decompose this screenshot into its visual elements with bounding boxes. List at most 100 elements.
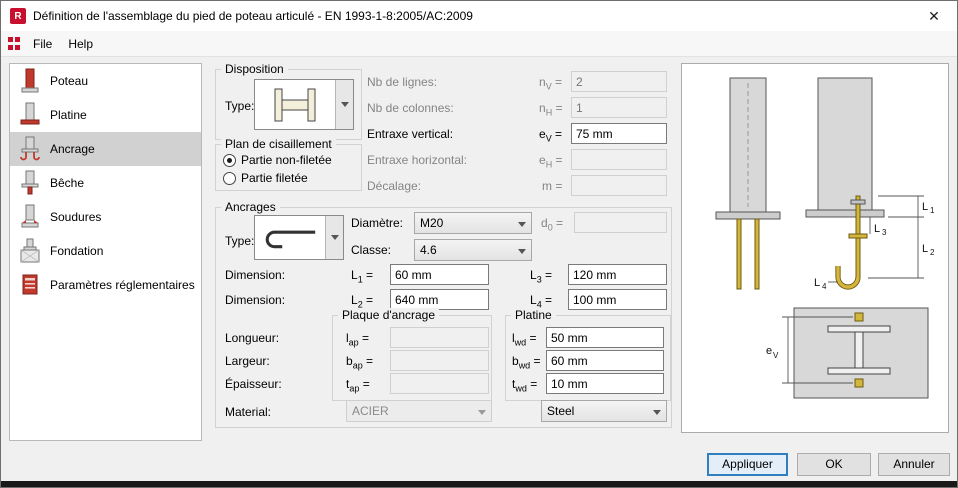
window-title: Définition de l'assemblage du pied de po… xyxy=(33,9,473,23)
menubar: File Help xyxy=(1,31,957,57)
sidebar-item-poteau[interactable]: Poteau xyxy=(10,64,201,98)
bwd-symbol: bwd = xyxy=(512,354,541,371)
longueur-label: Longueur: xyxy=(225,331,280,345)
chevron-down-icon xyxy=(335,80,353,129)
sidebar-item-soudures[interactable]: Soudures xyxy=(10,200,201,234)
sidebar-item-label: Platine xyxy=(50,108,87,122)
lwd-symbol: lwd = xyxy=(512,331,537,348)
sidebar-item-parametres-reglementaires[interactable]: Paramètres réglementaires xyxy=(10,268,201,302)
material-label: Material: xyxy=(225,405,272,419)
epaisseur-label: Épaisseur: xyxy=(225,377,282,391)
column-icon xyxy=(19,68,41,94)
anchor-type-label: Type: xyxy=(225,234,255,248)
h-section-layout-icon xyxy=(255,80,335,129)
radio-partie-non-filetee[interactable]: Partie non-filetée xyxy=(223,153,332,167)
material-platine-dropdown[interactable]: Steel xyxy=(541,400,667,422)
L3-field[interactable]: 120 mm xyxy=(568,264,667,285)
code-parameters-icon xyxy=(19,272,41,298)
diametre-dropdown[interactable]: M20 xyxy=(414,212,532,234)
nh-symbol: nH = xyxy=(539,101,563,118)
decalage-label: Décalage: xyxy=(367,179,422,193)
sidebar-item-ancrage[interactable]: Ancrage xyxy=(10,132,201,166)
sidebar-item-label: Paramètres réglementaires xyxy=(50,278,195,292)
connection-diagram: L 1 L 2 L 3 L 4 e V xyxy=(715,77,935,399)
component-list: Poteau Platine Ancrage Bêche Soudures Fo… xyxy=(9,63,202,441)
L4-field[interactable]: 100 mm xyxy=(568,289,667,310)
anchors-group-title: Ancrages xyxy=(221,200,280,215)
nv-symbol: nV = xyxy=(539,75,563,92)
twd-field[interactable]: 10 mm xyxy=(546,373,664,394)
base-plate-icon xyxy=(19,102,41,128)
dimension-label-1: Dimension: xyxy=(225,268,286,282)
tap-field xyxy=(390,373,489,394)
eh-symbol: eH = xyxy=(539,153,563,170)
titlebar: R Définition de l'assemblage du pied de … xyxy=(1,1,957,31)
sidebar-item-platine[interactable]: Platine xyxy=(10,98,201,132)
dialog-window: R Définition de l'assemblage du pied de … xyxy=(0,0,958,488)
type-label: Type: xyxy=(225,99,255,113)
entraxe-horizontal-label: Entraxe horizontal: xyxy=(367,153,468,167)
ev-symbol: eV = xyxy=(539,127,563,144)
bwd-field[interactable]: 60 mm xyxy=(546,350,664,371)
lwd-field[interactable]: 50 mm xyxy=(546,327,664,348)
diametre-label: Diamètre: xyxy=(351,216,404,230)
anchor-icon xyxy=(19,136,41,162)
apply-button[interactable]: Appliquer xyxy=(707,453,788,476)
sidebar-item-beche[interactable]: Bêche xyxy=(10,166,201,200)
lap-symbol: lap = xyxy=(346,331,370,348)
classe-label: Classe: xyxy=(351,243,392,257)
d0-symbol: d0 = xyxy=(541,216,564,233)
radio-dot-icon xyxy=(223,171,236,185)
shear-plane-group-title: Plan de cisaillement xyxy=(221,137,336,152)
nb-lignes-field: 2 xyxy=(571,71,667,92)
cancel-button[interactable]: Annuler xyxy=(878,453,950,476)
anchor-type-dropdown[interactable] xyxy=(254,215,344,260)
app-icon: R xyxy=(10,8,26,24)
bap-symbol: bap = xyxy=(346,354,374,371)
twd-symbol: twd = xyxy=(512,377,538,394)
preview-panel: L 1 L 2 L 3 L 4 e V xyxy=(681,63,949,433)
menu-help[interactable]: Help xyxy=(60,33,101,55)
svg-text:L: L xyxy=(814,277,820,289)
window-bottom-edge xyxy=(1,481,957,487)
entraxe-horizontal-field xyxy=(571,149,667,170)
shear-key-icon xyxy=(19,170,41,196)
sidebar-item-label: Ancrage xyxy=(50,142,95,156)
foundation-icon xyxy=(19,238,41,264)
hook-anchor-icon xyxy=(255,216,325,259)
svg-text:3: 3 xyxy=(882,228,887,237)
L3-symbol: L3 = xyxy=(530,268,553,285)
svg-text:e: e xyxy=(766,345,772,357)
svg-text:L: L xyxy=(922,201,928,213)
menu-file[interactable]: File xyxy=(25,33,60,55)
close-button[interactable]: ✕ xyxy=(911,1,957,31)
L1-symbol: L1 = xyxy=(351,268,374,285)
svg-text:2: 2 xyxy=(930,248,935,257)
tap-symbol: tap = xyxy=(346,377,370,394)
radio-partie-filetee[interactable]: Partie filetée xyxy=(223,171,308,185)
layout-type-dropdown[interactable] xyxy=(254,79,354,130)
nb-colonnes-field: 1 xyxy=(571,97,667,118)
classe-dropdown[interactable]: 4.6 xyxy=(414,239,532,261)
svg-text:V: V xyxy=(773,351,779,360)
svg-text:L: L xyxy=(874,223,880,235)
L2-field[interactable]: 640 mm xyxy=(390,289,489,310)
svg-text:4: 4 xyxy=(822,282,827,291)
chevron-down-icon xyxy=(325,216,343,259)
nb-lignes-label: Nb de lignes: xyxy=(367,75,438,89)
m-symbol: m = xyxy=(542,179,563,193)
app-grid-icon xyxy=(8,37,21,50)
platine-group-title: Platine xyxy=(511,308,556,323)
L1-field[interactable]: 60 mm xyxy=(390,264,489,285)
radio-label: Partie filetée xyxy=(241,171,308,185)
ok-button[interactable]: OK xyxy=(797,453,871,476)
sidebar-item-fondation[interactable]: Fondation xyxy=(10,234,201,268)
sidebar-item-label: Soudures xyxy=(50,210,102,224)
sidebar-item-label: Poteau xyxy=(50,74,89,88)
radio-dot-icon xyxy=(223,153,236,167)
anchor-plate-group-title: Plaque d'ancrage xyxy=(338,308,440,323)
welds-icon xyxy=(19,204,41,230)
lap-field xyxy=(390,327,489,348)
material-anchor-plate-dropdown: ACIER xyxy=(346,400,492,422)
entraxe-vertical-field[interactable]: 75 mm xyxy=(571,123,667,144)
